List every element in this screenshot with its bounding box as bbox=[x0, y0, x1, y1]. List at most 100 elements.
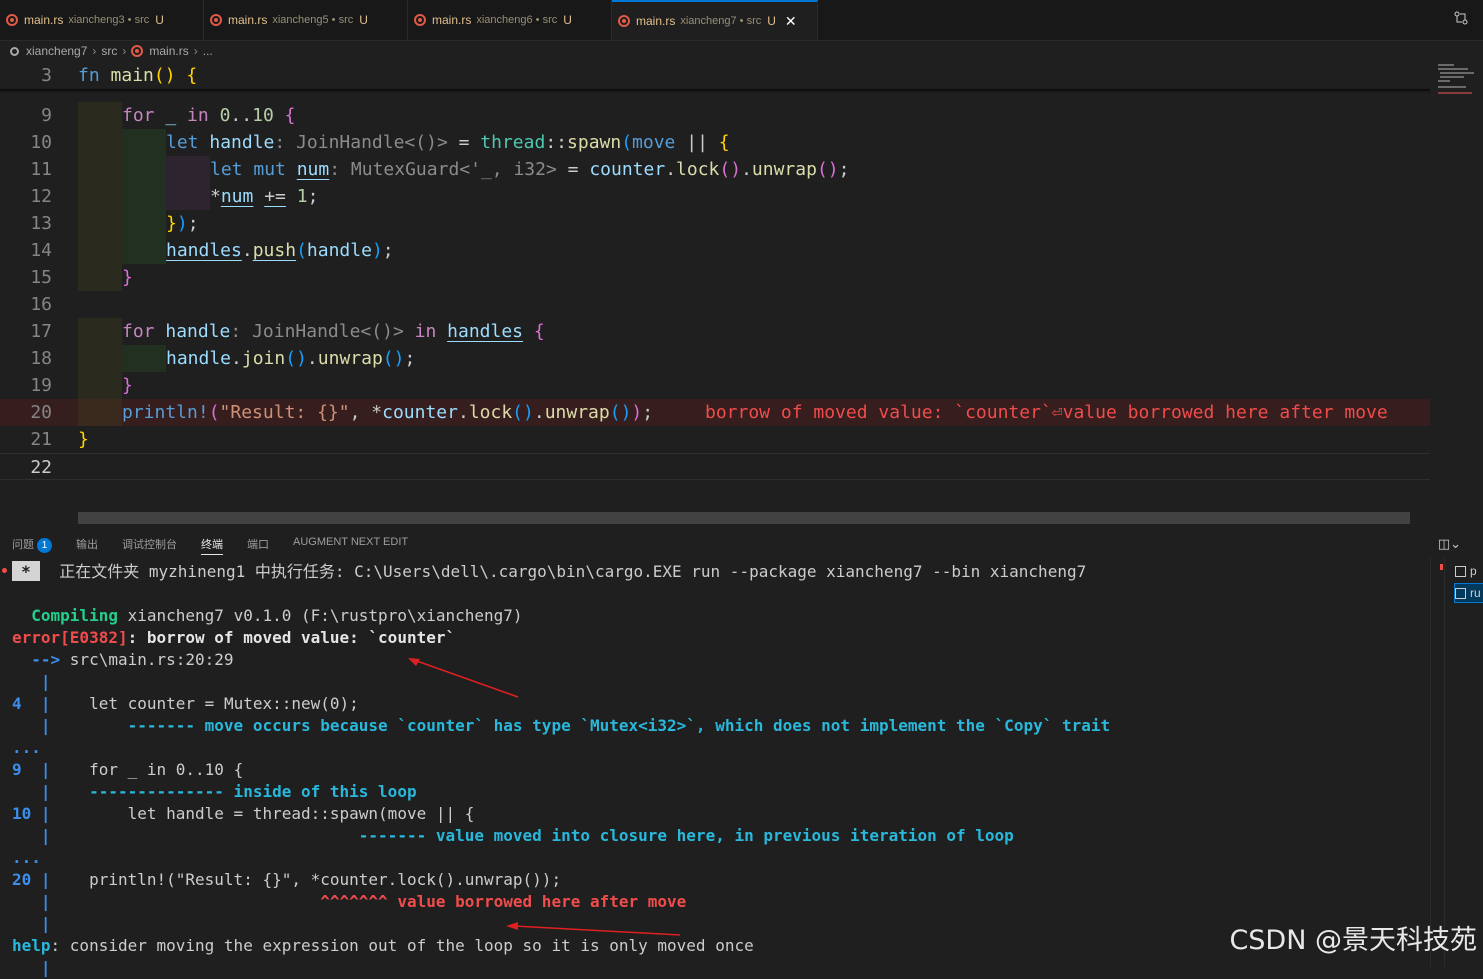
editor-tab[interactable]: main.rs xiancheng3 • src U bbox=[0, 0, 204, 40]
line-number: 18 bbox=[30, 348, 52, 369]
code-line: 12 *num += 1; bbox=[0, 183, 1430, 210]
terminal-line: ... bbox=[12, 738, 41, 757]
editor-tab-active[interactable]: main.rs xiancheng7 • src U ✕ bbox=[612, 0, 818, 40]
tab-augment-next-edit[interactable]: AUGMENT NEXT EDIT bbox=[293, 536, 408, 554]
tab-debug-console[interactable]: 调试控制台 bbox=[122, 536, 177, 554]
rust-file-icon bbox=[618, 15, 630, 27]
terminal-line: 10 | let handle = thread::spawn(move || … bbox=[12, 804, 475, 823]
code-line: 16 bbox=[0, 291, 1430, 318]
inline-error-message[interactable]: borrow of moved value: `counter`⏎value b… bbox=[705, 399, 1388, 426]
line-number: 3 bbox=[41, 65, 52, 86]
line-number: 11 bbox=[30, 159, 52, 180]
panel-tab-bar: 问题 1 输出 调试控制台 终端 端口 AUGMENT NEXT EDIT ◫⌄ bbox=[0, 530, 1483, 556]
minimap[interactable] bbox=[1430, 62, 1483, 102]
chevron-right-icon: › bbox=[193, 44, 198, 58]
terminal-instance-selected[interactable]: ru bbox=[1454, 583, 1483, 603]
task-line: * 正在文件夹 myzhineng1 中执行任务: C:\Users\dell\… bbox=[12, 561, 1086, 583]
tab-git-status: U bbox=[359, 13, 368, 27]
code-text: } bbox=[122, 375, 133, 396]
tab-filename: main.rs bbox=[636, 14, 676, 28]
tab-description: xiancheng7 • src bbox=[680, 15, 762, 27]
editor-tab[interactable]: main.rs xiancheng6 • src U bbox=[408, 0, 612, 40]
code-text: println!("Result: {}", *counter.lock().u… bbox=[122, 402, 654, 423]
terminal-line: | -------------- inside of this loop bbox=[12, 782, 417, 801]
task-status-dot bbox=[2, 568, 7, 573]
terminal-line: 4 | let counter = Mutex::new(0); bbox=[12, 694, 359, 713]
horizontal-scrollbar[interactable] bbox=[78, 512, 1410, 524]
tab-filename: main.rs bbox=[24, 13, 64, 27]
code-editor[interactable]: 3 fn main() { 9 for _ in 0..10 { 10 let … bbox=[0, 62, 1430, 525]
code-text: for handle: JoinHandle<()> in handles { bbox=[122, 321, 545, 342]
line-number: 13 bbox=[30, 213, 52, 234]
code-text: handles.push(handle); bbox=[166, 240, 394, 261]
breadcrumb: xiancheng7 › src › main.rs › ... bbox=[0, 40, 1430, 62]
terminal-line: error[E0382]: borrow of moved value: `co… bbox=[12, 628, 456, 647]
breadcrumb-item[interactable]: ... bbox=[203, 44, 213, 58]
code-text: *num += 1; bbox=[210, 186, 319, 207]
code-text: } bbox=[122, 267, 133, 288]
line-number: 16 bbox=[30, 294, 52, 315]
code-text: handle.join().unwrap(); bbox=[166, 348, 416, 369]
terminal[interactable]: * 正在文件夹 myzhineng1 中执行任务: C:\Users\dell\… bbox=[0, 558, 1430, 977]
terminal-line: | bbox=[12, 958, 51, 977]
line-number: 17 bbox=[30, 321, 52, 342]
tab-git-status: U bbox=[563, 13, 572, 27]
tab-description: xiancheng5 • src bbox=[272, 14, 354, 26]
watermark: CSDN @景天科技苑 bbox=[1229, 925, 1477, 956]
tab-terminal[interactable]: 终端 bbox=[201, 536, 223, 555]
code-line: 3 fn main() { bbox=[0, 62, 1430, 89]
tab-filename: main.rs bbox=[432, 13, 472, 27]
terminal-scrollbar[interactable] bbox=[1430, 558, 1444, 967]
task-icon: * bbox=[12, 561, 40, 581]
code-line: 18 handle.join().unwrap(); bbox=[0, 345, 1430, 372]
code-line: 14 handles.push(handle); bbox=[0, 237, 1430, 264]
line-number: 20 bbox=[30, 402, 52, 423]
rust-file-icon bbox=[414, 14, 426, 26]
terminal-instance[interactable]: p bbox=[1455, 562, 1483, 580]
editor-tab[interactable]: main.rs xiancheng5 • src U bbox=[204, 0, 408, 40]
terminal-line: | bbox=[12, 672, 51, 691]
code-line: 19 } bbox=[0, 372, 1430, 399]
code-text: for _ in 0..10 { bbox=[122, 105, 296, 126]
annotation-arrow bbox=[506, 922, 681, 936]
compare-changes-icon[interactable] bbox=[1453, 10, 1471, 28]
tab-output[interactable]: 输出 bbox=[76, 536, 98, 554]
editor-tab-bar: main.rs xiancheng3 • src U main.rs xianc… bbox=[0, 0, 1483, 41]
rust-file-icon bbox=[131, 45, 144, 57]
rust-file-icon bbox=[6, 14, 18, 26]
close-tab-icon[interactable]: ✕ bbox=[785, 13, 797, 30]
line-number: 21 bbox=[30, 429, 52, 450]
terminal-line: ... bbox=[12, 848, 41, 867]
line-number: 10 bbox=[30, 132, 52, 153]
panel-layout-icon[interactable]: ◫⌄ bbox=[1438, 536, 1461, 552]
code-line: 11 let mut num: MutexGuard<'_, i32> = co… bbox=[0, 156, 1430, 183]
annotation-arrow bbox=[408, 658, 519, 698]
folder-root-icon bbox=[10, 46, 19, 56]
tab-filename: main.rs bbox=[228, 13, 268, 27]
breadcrumb-item[interactable]: src bbox=[101, 44, 117, 58]
line-number: 22 bbox=[30, 457, 52, 478]
breadcrumb-item[interactable]: xiancheng7 bbox=[26, 44, 87, 58]
terminal-line: | ------- value moved into closure here,… bbox=[12, 826, 1014, 845]
sticky-scroll-shadow bbox=[0, 89, 1430, 93]
chevron-right-icon: › bbox=[92, 44, 97, 58]
terminal-line: | ^^^^^^^ value borrowed here after move bbox=[12, 892, 687, 911]
code-line: 21 } bbox=[0, 426, 1430, 453]
tab-git-status: U bbox=[155, 13, 164, 27]
code-text: fn main() { bbox=[78, 65, 198, 86]
tab-description: xiancheng3 • src bbox=[68, 14, 150, 26]
tab-problems[interactable]: 问题 1 bbox=[12, 536, 52, 554]
tab-git-status: U bbox=[767, 14, 776, 28]
breadcrumb-item[interactable]: main.rs bbox=[149, 44, 188, 58]
tab-description: xiancheng6 • src bbox=[476, 14, 558, 26]
rust-file-icon bbox=[210, 14, 222, 26]
code-text: }); bbox=[166, 213, 199, 234]
code-line: 9 for _ in 0..10 { bbox=[0, 102, 1430, 129]
terminal-line: | bbox=[12, 914, 51, 933]
terminal-line: Compiling xiancheng7 v0.1.0 (F:\rustpro\… bbox=[31, 606, 523, 625]
code-text: } bbox=[78, 429, 89, 450]
code-text: let mut num: MutexGuard<'_, i32> = count… bbox=[210, 159, 850, 180]
code-line: 13 }); bbox=[0, 210, 1430, 237]
code-text: let handle: JoinHandle<()> = thread::spa… bbox=[166, 132, 730, 153]
tab-ports[interactable]: 端口 bbox=[247, 536, 269, 554]
